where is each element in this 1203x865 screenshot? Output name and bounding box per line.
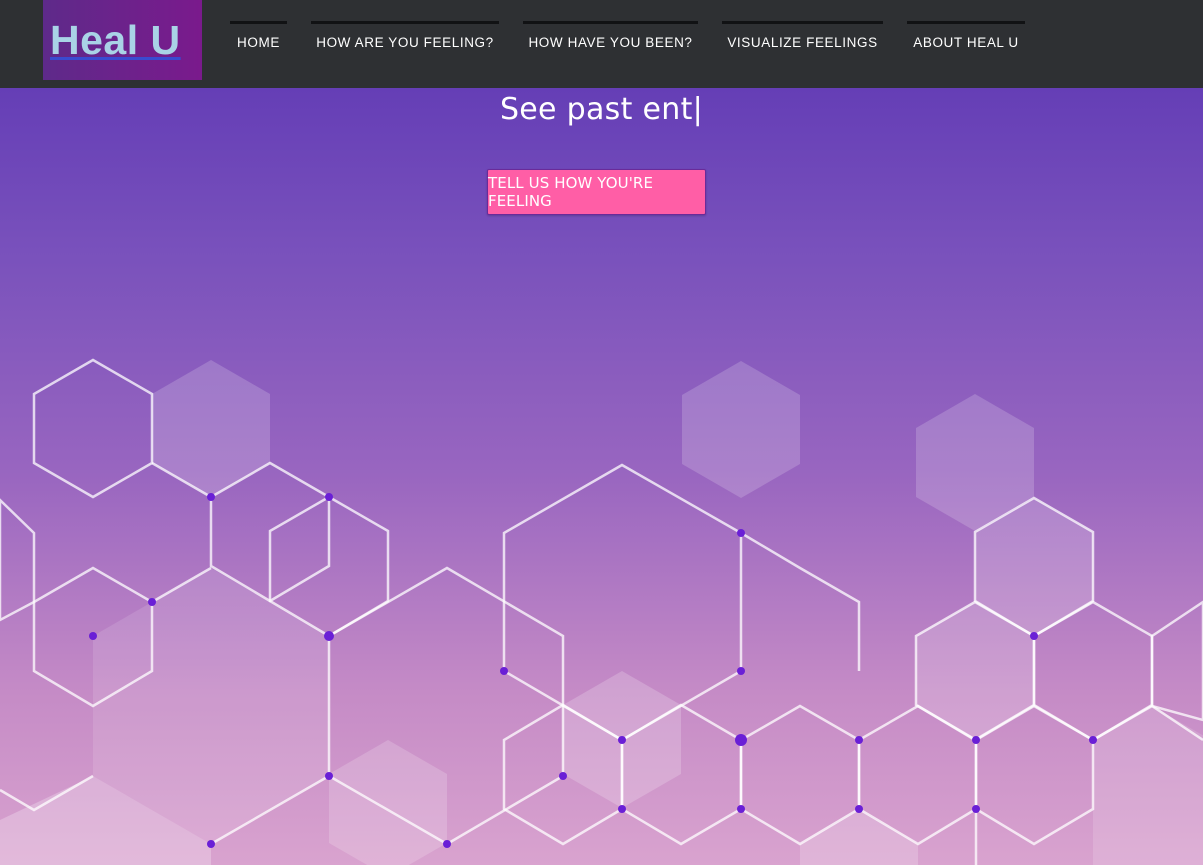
logo-text: Heal U [50, 16, 181, 63]
nav-item-how-have-you-been[interactable]: HOW HAVE YOU BEEN? [523, 21, 698, 61]
nav-item-label: VISUALIZE FEELINGS [727, 35, 878, 50]
top-navbar: Heal U HOME HOW ARE YOU FEELING? HOW HAV… [0, 0, 1203, 88]
nav-item-how-are-you-feeling[interactable]: HOW ARE YOU FEELING? [311, 21, 499, 61]
hero-background [0, 0, 1203, 865]
hexagon-pattern-decoration [0, 358, 1203, 865]
hero-typing-text: See past ent| [499, 92, 704, 127]
nav-item-visualize-feelings[interactable]: VISUALIZE FEELINGS [722, 21, 883, 61]
nav-item-home[interactable]: HOME [230, 21, 287, 61]
heal-u-logo[interactable]: Heal U [43, 0, 202, 80]
nav-item-label: ABOUT HEAL U [913, 35, 1019, 50]
nav-item-label: HOW HAVE YOU BEEN? [528, 35, 693, 50]
nav-item-label: HOW ARE YOU FEELING? [316, 35, 494, 50]
nav-item-label: HOME [237, 35, 280, 50]
tell-us-how-youre-feeling-button[interactable]: TELL US HOW YOU'RE FEELING [487, 169, 706, 215]
nav-item-about-heal-u[interactable]: ABOUT HEAL U [907, 21, 1025, 61]
